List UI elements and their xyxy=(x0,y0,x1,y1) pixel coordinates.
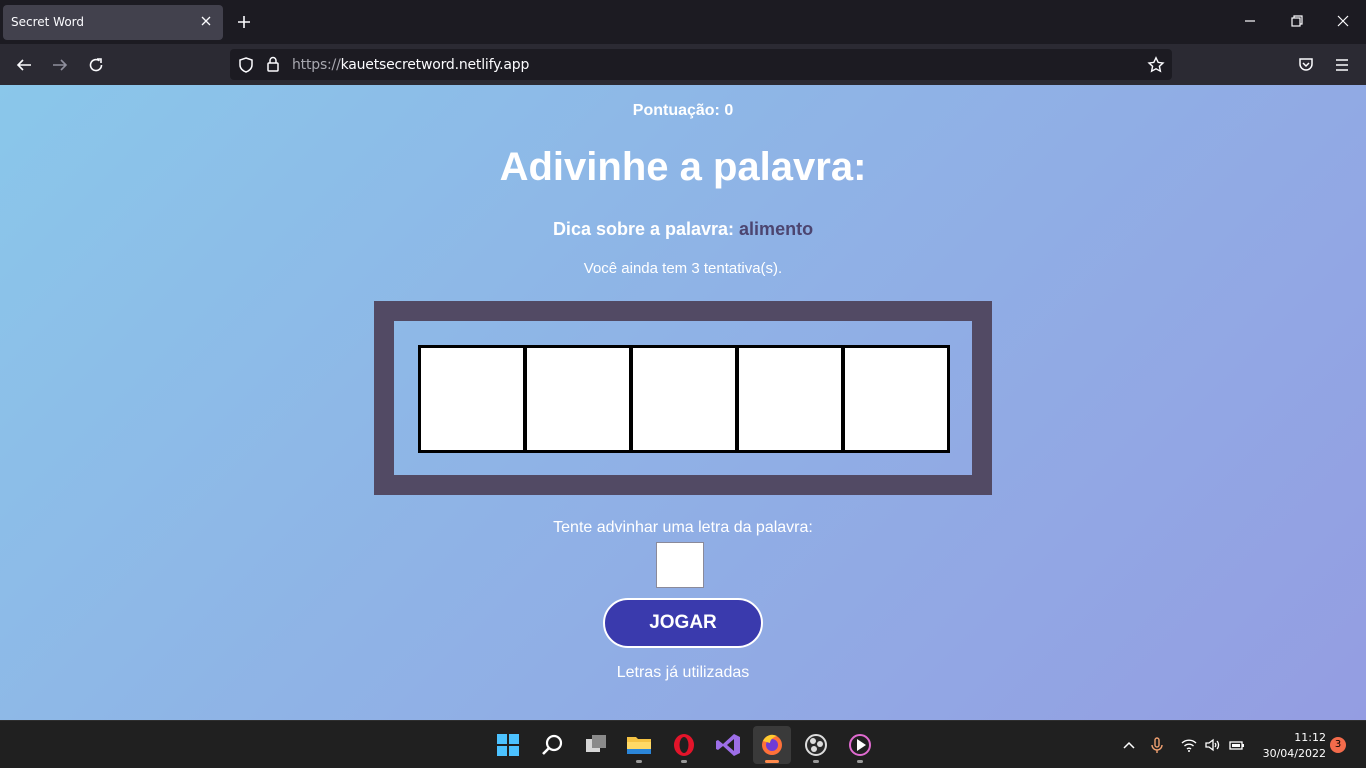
letter-slot xyxy=(845,348,947,450)
letter-input[interactable] xyxy=(656,542,704,588)
letter-slot xyxy=(421,348,523,450)
play-button[interactable]: JOGAR xyxy=(603,598,763,648)
microphone-icon[interactable] xyxy=(1148,736,1166,754)
forward-icon[interactable] xyxy=(51,56,69,74)
reload-icon[interactable] xyxy=(87,56,105,74)
letter-slot xyxy=(527,348,629,450)
url-host: kauetsecretword.netlify.app xyxy=(340,57,530,73)
restore-icon[interactable] xyxy=(1290,14,1304,28)
clock[interactable]: 11:12 30/04/2022 xyxy=(1256,730,1326,762)
menu-icon[interactable] xyxy=(1333,56,1351,74)
bookmark-star-icon[interactable] xyxy=(1147,56,1165,74)
letter-slot xyxy=(633,348,735,450)
browser-tab[interactable]: Secret Word xyxy=(3,5,223,40)
word-container xyxy=(374,301,992,495)
page-title: Adivinhe a palavra: xyxy=(499,145,867,189)
hint-label: Dica sobre a palavra: xyxy=(552,219,735,239)
running-indicator xyxy=(681,760,687,763)
url-protocol: https:// xyxy=(292,57,341,73)
hint-value: alimento xyxy=(739,219,814,239)
browser-tab-bar: Secret Word xyxy=(0,0,1366,44)
close-tab-icon[interactable] xyxy=(198,13,214,29)
volume-icon[interactable] xyxy=(1204,736,1222,754)
file-explorer-icon[interactable] xyxy=(620,726,658,764)
back-icon[interactable] xyxy=(15,56,33,74)
running-indicator xyxy=(765,760,779,763)
used-letters-label: Letras já utilizadas xyxy=(616,664,750,681)
url-bar[interactable]: https://kauetsecretword.netlify.app xyxy=(230,49,1172,80)
game-page: Pontuação: 0 Adivinhe a palavra: Dica so… xyxy=(0,85,1366,720)
wifi-icon[interactable] xyxy=(1180,736,1198,754)
hint-line: Dica sobre a palavra: alimento xyxy=(0,219,1366,240)
media-player-icon[interactable] xyxy=(841,726,879,764)
lock-icon[interactable] xyxy=(264,55,282,73)
new-tab-icon[interactable] xyxy=(236,14,252,30)
remaining-tries-text: Você ainda tem 3 tentativa(s). xyxy=(583,260,783,277)
tab-title: Secret Word xyxy=(11,15,85,29)
score-text: Pontuação: 0 xyxy=(632,102,734,119)
search-icon[interactable] xyxy=(533,726,571,764)
notification-badge[interactable]: 3 xyxy=(1330,737,1346,753)
pocket-icon[interactable] xyxy=(1297,56,1315,74)
taskbar: 11:12 30/04/2022 3 xyxy=(0,720,1366,768)
firefox-icon[interactable] xyxy=(753,726,791,764)
task-view-icon[interactable] xyxy=(577,726,615,764)
shield-icon[interactable] xyxy=(237,56,255,74)
opera-icon[interactable] xyxy=(665,726,703,764)
close-window-icon[interactable] xyxy=(1336,14,1350,28)
battery-icon[interactable] xyxy=(1228,736,1246,754)
obs-icon[interactable] xyxy=(797,726,835,764)
visual-studio-icon[interactable] xyxy=(709,726,747,764)
guess-label: Tente advinhar uma letra da palavra: xyxy=(553,519,813,536)
running-indicator xyxy=(636,760,642,763)
browser-nav-bar: https://kauetsecretword.netlify.app xyxy=(0,44,1366,85)
minimize-icon[interactable] xyxy=(1243,14,1257,28)
start-icon[interactable] xyxy=(489,726,527,764)
url-text[interactable]: https://kauetsecretword.netlify.app xyxy=(292,57,529,73)
running-indicator xyxy=(813,760,819,763)
clock-time: 11:12 xyxy=(1294,731,1326,744)
letter-row xyxy=(418,345,950,453)
letter-slot xyxy=(739,348,841,450)
running-indicator xyxy=(857,760,863,763)
clock-date: 30/04/2022 xyxy=(1262,747,1326,760)
chevron-up-icon[interactable] xyxy=(1120,736,1138,754)
